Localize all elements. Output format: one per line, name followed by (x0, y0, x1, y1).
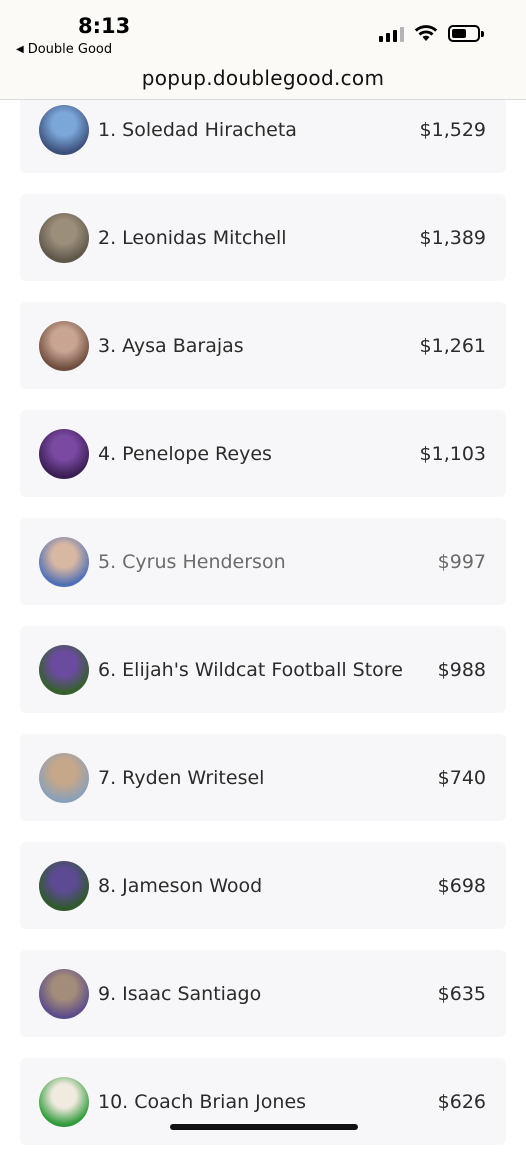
amount-raised: $740 (437, 766, 486, 789)
avatar (39, 212, 89, 263)
leaderboard-item[interactable]: 2. Leonidas Mitchell $1,389 (20, 194, 506, 281)
participant-name: 5. Cyrus Henderson (98, 550, 286, 573)
participant-name: 3. Aysa Barajas (98, 334, 244, 357)
status-bar: 8:13 ◀ Double Good popup.doublegood.com (0, 0, 526, 100)
amount-raised: $1,529 (419, 118, 486, 141)
avatar (39, 320, 89, 371)
participant-name: 4. Penelope Reyes (98, 442, 272, 465)
back-label: Double Good (27, 42, 113, 57)
amount-raised: $1,103 (419, 442, 486, 465)
leaderboard-item[interactable]: 6. Elijah's Wildcat Football Store $988 (20, 626, 506, 713)
amount-raised: $1,389 (419, 226, 486, 249)
avatar (39, 428, 89, 479)
cellular-signal-icon (379, 24, 404, 42)
wifi-icon (414, 25, 438, 41)
amount-raised: $1,261 (419, 334, 486, 357)
avatar (39, 644, 89, 695)
amount-raised: $626 (437, 1090, 486, 1113)
leaderboard-item[interactable]: 5. Cyrus Henderson $997 (20, 518, 506, 605)
participant-name: 8. Jameson Wood (98, 874, 263, 897)
amount-raised: $997 (437, 550, 486, 573)
back-to-app-link[interactable]: ◀ Double Good (16, 42, 112, 57)
participant-name: 10. Coach Brian Jones (98, 1090, 307, 1113)
participant-name: 7. Ryden Writesel (98, 766, 265, 789)
leaderboard-list: 1. Soledad Hiracheta $1,529 2. Leonidas … (20, 86, 506, 1166)
avatar (39, 104, 89, 155)
amount-raised: $988 (437, 658, 486, 681)
home-indicator[interactable] (170, 1124, 358, 1130)
avatar (39, 752, 89, 803)
participant-name: 9. Isaac Santiago (98, 982, 262, 1005)
leaderboard-item[interactable]: 7. Ryden Writesel $740 (20, 734, 506, 821)
leaderboard-item[interactable]: 4. Penelope Reyes $1,103 (20, 410, 506, 497)
leaderboard-item[interactable]: 9. Isaac Santiago $635 (20, 950, 506, 1037)
status-icons (379, 24, 484, 42)
battery-icon (448, 24, 484, 42)
participant-name: 1. Soledad Hiracheta (98, 118, 297, 141)
avatar (39, 536, 89, 587)
leaderboard-item[interactable]: 8. Jameson Wood $698 (20, 842, 506, 929)
amount-raised: $635 (437, 982, 486, 1005)
avatar (39, 968, 89, 1019)
status-time: 8:13 (78, 14, 131, 38)
leaderboard-item[interactable]: 10. Coach Brian Jones $626 (20, 1058, 506, 1145)
leaderboard-item[interactable]: 3. Aysa Barajas $1,261 (20, 302, 506, 389)
participant-name: 6. Elijah's Wildcat Football Store (98, 658, 403, 681)
address-bar-url[interactable]: popup.doublegood.com (0, 66, 526, 90)
avatar (39, 860, 89, 911)
participant-name: 2. Leonidas Mitchell (98, 226, 287, 249)
amount-raised: $698 (437, 874, 486, 897)
avatar (39, 1076, 89, 1127)
back-arrow-icon: ◀ (16, 44, 24, 55)
